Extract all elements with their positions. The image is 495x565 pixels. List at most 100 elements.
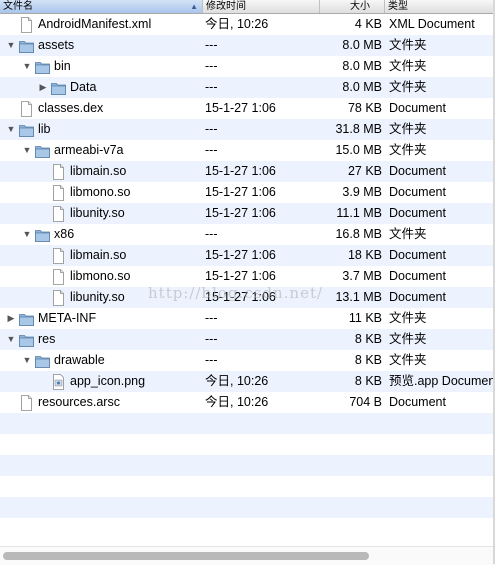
file-date: 今日, 10:26: [205, 374, 269, 388]
file-row[interactable]: classes.dex 15-1-27 1:06 78 KB Document: [0, 98, 495, 119]
file-name: AndroidManifest.xml: [38, 17, 152, 31]
column-header-date-label: 修改时间: [206, 1, 246, 12]
file-row[interactable]: ▼ drawable --- 8 KB 文件夹: [0, 350, 495, 371]
file-size: 704 B: [349, 395, 382, 409]
file-row[interactable]: ▼ x86 --- 16.8 MB 文件夹: [0, 224, 495, 245]
file-row[interactable]: ▼ armeabi-v7a --- 15.0 MB 文件夹: [0, 140, 495, 161]
document-icon: [19, 17, 34, 33]
sort-ascending-icon: ▲: [190, 2, 198, 11]
file-row[interactable]: libmono.so 15-1-27 1:06 3.9 MB Document: [0, 182, 495, 203]
document-icon: [51, 248, 66, 264]
disclosure-collapsed-icon[interactable]: ▶: [6, 308, 16, 329]
disclosure-collapsed-icon[interactable]: ▶: [38, 77, 48, 98]
file-size: 11.1 MB: [336, 206, 382, 220]
document-icon: [51, 290, 66, 306]
file-row[interactable]: ▼ assets --- 8.0 MB 文件夹: [0, 35, 495, 56]
file-name: libmono.so: [70, 185, 131, 199]
disclosure-expanded-icon[interactable]: ▼: [22, 140, 32, 161]
empty-row: [0, 476, 495, 497]
file-name: lib: [38, 122, 51, 136]
folder-icon: [35, 227, 50, 243]
file-kind: 文件夹: [389, 80, 427, 94]
document-icon: [51, 269, 66, 285]
file-size: 8 KB: [354, 374, 382, 388]
file-kind: 文件夹: [389, 38, 427, 52]
file-row[interactable]: libunity.so 15-1-27 1:06 11.1 MB Document: [0, 203, 495, 224]
file-size: 15.0 MB: [335, 143, 382, 157]
file-date: 15-1-27 1:06: [205, 101, 276, 115]
file-date: 15-1-27 1:06: [205, 248, 276, 262]
horizontal-scrollbar[interactable]: [0, 546, 495, 565]
file-size: 8.0 MB: [342, 80, 382, 94]
file-kind: Document: [389, 206, 446, 220]
empty-row: [0, 413, 495, 434]
folder-icon: [19, 311, 34, 327]
empty-row: [0, 455, 495, 476]
disclosure-expanded-icon[interactable]: ▼: [6, 119, 16, 140]
file-row[interactable]: AndroidManifest.xml 今日, 10:26 4 KB XML Docu…: [0, 14, 495, 35]
document-icon: [51, 185, 66, 201]
file-name: libunity.so: [70, 206, 125, 220]
file-name: drawable: [54, 353, 105, 367]
file-row[interactable]: resources.arsc 今日, 10:26 704 B Document: [0, 392, 495, 413]
file-row[interactable]: libmain.so 15-1-27 1:06 27 KB Document: [0, 161, 495, 182]
file-kind: 文件夹: [389, 311, 427, 325]
file-name: META-INF: [38, 311, 97, 325]
file-kind: Document: [389, 185, 446, 199]
file-list: AndroidManifest.xml 今日, 10:26 4 KB XML Docu…: [0, 14, 495, 539]
file-date: 15-1-27 1:06: [205, 269, 276, 283]
file-row[interactable]: ▶ Data --- 8.0 MB 文件夹: [0, 77, 495, 98]
column-header-kind-label: 类型: [388, 1, 408, 12]
file-kind: Document: [389, 395, 446, 409]
file-row[interactable]: ▼ lib --- 31.8 MB 文件夹: [0, 119, 495, 140]
file-name: assets: [38, 38, 75, 52]
scrollbar-thumb[interactable]: [3, 552, 369, 560]
file-row[interactable]: ▼ res --- 8 KB 文件夹: [0, 329, 495, 350]
folder-icon: [35, 353, 50, 369]
disclosure-expanded-icon[interactable]: ▼: [6, 35, 16, 56]
file-size: 11 KB: [348, 311, 382, 325]
disclosure-expanded-icon[interactable]: ▼: [22, 56, 32, 77]
column-header-kind[interactable]: 类型: [385, 0, 495, 13]
file-name: libmono.so: [70, 269, 131, 283]
file-name: libmain.so: [70, 164, 127, 178]
file-size: 16.8 MB: [335, 227, 382, 241]
file-size: 8.0 MB: [342, 59, 382, 73]
file-kind: Document: [389, 290, 446, 304]
disclosure-expanded-icon[interactable]: ▼: [22, 224, 32, 245]
file-kind: 文件夹: [389, 143, 427, 157]
file-kind: XML Document: [389, 17, 475, 31]
file-kind: 文件夹: [389, 332, 427, 346]
file-kind: 文件夹: [389, 227, 427, 241]
column-header-size[interactable]: 大小: [320, 0, 385, 13]
file-size: 27 KB: [347, 164, 382, 178]
file-size: 8 KB: [354, 332, 382, 346]
file-size: 3.9 MB: [342, 185, 382, 199]
file-date: ---: [205, 353, 218, 367]
file-row[interactable]: libunity.so 15-1-27 1:06 13.1 MB Document: [0, 287, 495, 308]
image-icon: [51, 374, 66, 390]
column-header-date[interactable]: 修改时间: [203, 0, 320, 13]
file-size: 8.0 MB: [342, 38, 382, 52]
file-date: 15-1-27 1:06: [205, 185, 276, 199]
file-date: 15-1-27 1:06: [205, 206, 276, 220]
file-row[interactable]: libmono.so 15-1-27 1:06 3.7 MB Document: [0, 266, 495, 287]
column-header-name[interactable]: 文件名 ▲: [0, 0, 203, 13]
file-size: 78 KB: [347, 101, 382, 115]
disclosure-expanded-icon[interactable]: ▼: [6, 329, 16, 350]
empty-row: [0, 518, 495, 539]
file-row[interactable]: ▼ bin --- 8.0 MB 文件夹: [0, 56, 495, 77]
file-row[interactable]: libmain.so 15-1-27 1:06 18 KB Document: [0, 245, 495, 266]
file-date: 15-1-27 1:06: [205, 290, 276, 304]
file-name: armeabi-v7a: [54, 143, 124, 157]
disclosure-expanded-icon[interactable]: ▼: [22, 350, 32, 371]
file-kind: 文件夹: [389, 122, 427, 136]
file-kind: 预览.app Document: [389, 374, 495, 388]
file-row[interactable]: ▶ META-INF --- 11 KB 文件夹: [0, 308, 495, 329]
file-name: app_icon.png: [70, 374, 146, 388]
file-row[interactable]: app_icon.png 今日, 10:26 8 KB 预览.app Document: [0, 371, 495, 392]
file-size: 4 KB: [354, 17, 382, 31]
document-icon: [51, 206, 66, 222]
folder-icon: [51, 80, 66, 96]
document-icon: [51, 164, 66, 180]
